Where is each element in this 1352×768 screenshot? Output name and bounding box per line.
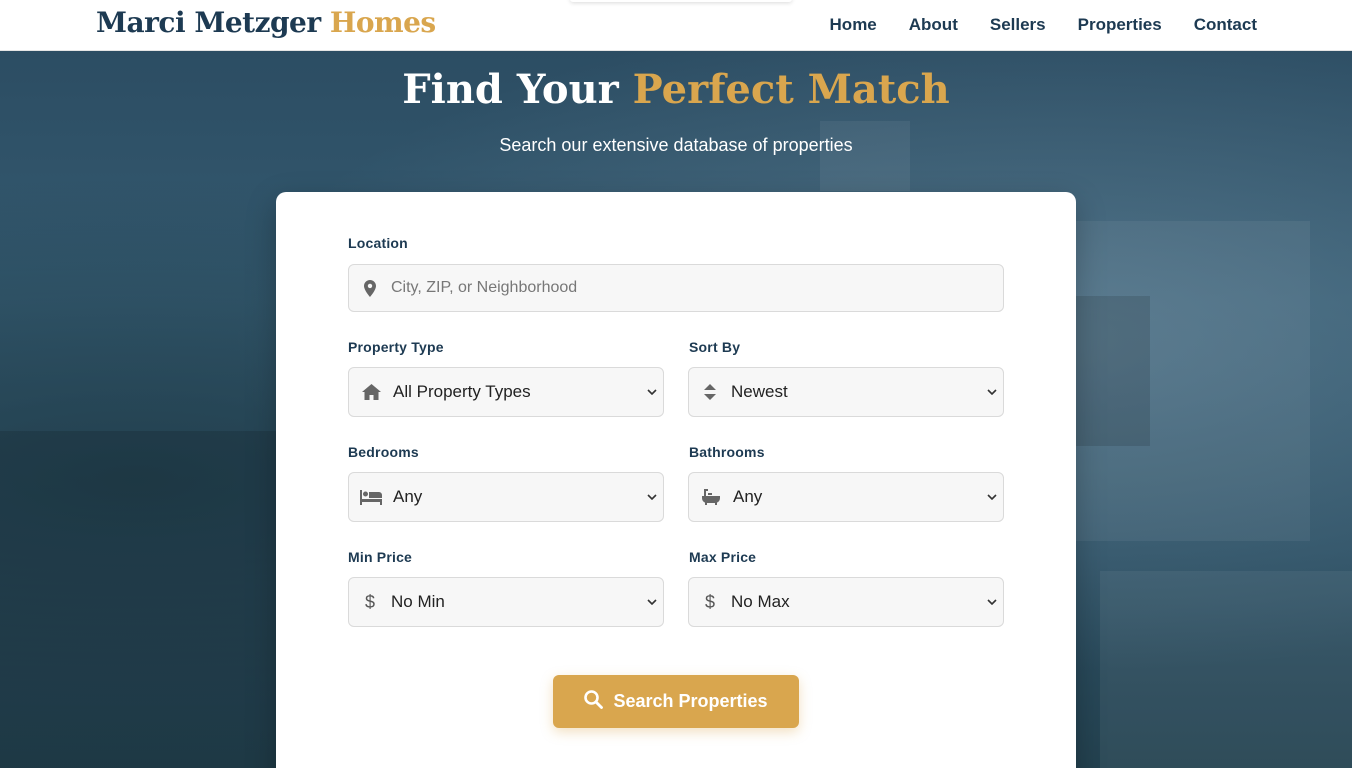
sort-value: Newest bbox=[731, 382, 788, 401]
location-label: Location bbox=[348, 235, 408, 251]
nav-contact[interactable]: Contact bbox=[1194, 15, 1257, 35]
brand-logo[interactable]: Marci Metzger Homes bbox=[96, 6, 436, 39]
brand-suffix: Homes bbox=[329, 6, 436, 39]
sort-select[interactable]: Newest bbox=[688, 367, 1004, 417]
min-price-select[interactable]: $ No Min bbox=[348, 577, 664, 627]
max-price-value: No Max bbox=[731, 592, 790, 611]
bathrooms-select[interactable]: Any bbox=[688, 472, 1004, 522]
property-type-label: Property Type bbox=[348, 339, 444, 355]
chevron-down-icon bbox=[981, 494, 1003, 500]
sort-icon bbox=[689, 384, 731, 400]
chevron-down-icon bbox=[981, 389, 1003, 395]
dollar-icon: $ bbox=[364, 591, 375, 612]
max-price-label: Max Price bbox=[689, 549, 757, 565]
sort-label: Sort By bbox=[689, 339, 741, 355]
location-input[interactable]: City, ZIP, or Neighborhood bbox=[348, 264, 1004, 312]
map-marker-icon bbox=[349, 279, 391, 297]
bedrooms-select[interactable]: Any bbox=[348, 472, 664, 522]
location-placeholder: City, ZIP, or Neighborhood bbox=[391, 279, 578, 296]
chevron-down-icon bbox=[981, 599, 1003, 605]
chevron-down-icon bbox=[641, 494, 663, 500]
max-price-select[interactable]: $ No Max bbox=[688, 577, 1004, 627]
property-type-value: All Property Types bbox=[393, 382, 531, 401]
bed-icon bbox=[349, 489, 393, 505]
bedrooms-label: Bedrooms bbox=[348, 444, 419, 460]
search-button-label: Search Properties bbox=[613, 691, 768, 711]
bedrooms-value: Any bbox=[393, 487, 423, 506]
hero-title-accent: Perfect Match bbox=[632, 66, 950, 113]
nav-properties[interactable]: Properties bbox=[1078, 15, 1162, 35]
main-nav: Home About Sellers Properties Contact bbox=[830, 15, 1257, 35]
dollar-icon: $ bbox=[704, 591, 715, 612]
nav-sellers[interactable]: Sellers bbox=[990, 15, 1046, 35]
bath-icon bbox=[689, 489, 733, 505]
home-icon bbox=[349, 384, 393, 400]
min-price-value: No Min bbox=[391, 592, 445, 611]
site-header: Marci Metzger Homes Home About Sellers P… bbox=[0, 0, 1352, 51]
min-price-label: Min Price bbox=[348, 549, 413, 565]
hero-title: Find Your Perfect Match bbox=[0, 66, 1352, 113]
chevron-down-icon bbox=[641, 599, 663, 605]
hero-subtitle: Search our extensive database of propert… bbox=[499, 135, 853, 155]
search-icon bbox=[584, 689, 604, 714]
dropdown-edge bbox=[570, 0, 792, 2]
bathrooms-label: Bathrooms bbox=[689, 444, 765, 460]
bathrooms-value: Any bbox=[733, 487, 763, 506]
brand-name: Marci Metzger bbox=[96, 6, 321, 39]
nav-about[interactable]: About bbox=[909, 15, 958, 35]
nav-home[interactable]: Home bbox=[830, 15, 877, 35]
search-properties-button[interactable]: Search Properties bbox=[553, 675, 799, 728]
chevron-down-icon bbox=[641, 389, 663, 395]
hero-title-main: Find Your bbox=[402, 66, 619, 113]
property-type-select[interactable]: All Property Types bbox=[348, 367, 664, 417]
